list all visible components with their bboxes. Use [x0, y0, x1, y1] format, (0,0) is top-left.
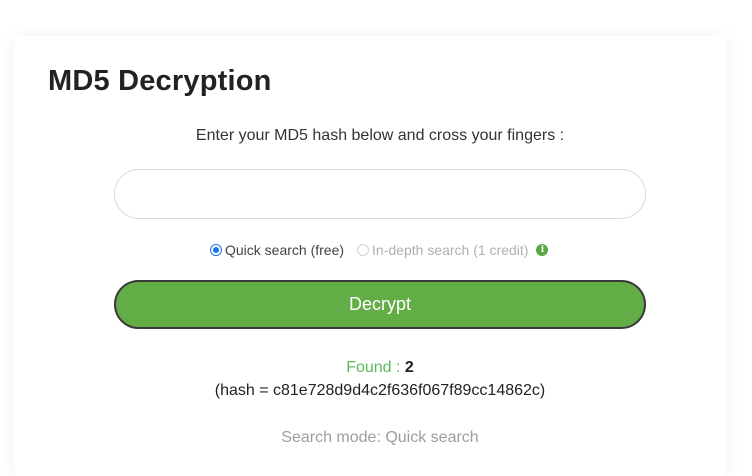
result-block: Found : 2 (hash = c81e728d9d4c2f636f067f… [14, 356, 746, 402]
hash-input[interactable] [114, 169, 646, 219]
decrypt-button[interactable]: Decrypt [114, 280, 646, 329]
search-mode-text: Search mode: Quick search [281, 429, 479, 446]
found-value: 2 [404, 359, 414, 376]
info-icon[interactable]: i [536, 244, 549, 256]
found-line: Found : 2 [14, 356, 746, 379]
decryption-card: MD5 Decryption Enter your MD5 hash below… [14, 36, 726, 476]
search-mode-options: Quick search (free) In-depth search (1 c… [210, 242, 549, 258]
indepth-search-radio [357, 244, 370, 256]
page-title: MD5 Decryption [48, 65, 272, 97]
instructions-text: Enter your MD5 hash below and cross your… [195, 127, 565, 144]
found-label: Found : [346, 359, 401, 376]
indepth-search-label: In-depth search (1 credit) [372, 242, 529, 258]
hash-text: (hash = c81e728d9d4c2f636f067f89cc14862c… [214, 382, 546, 399]
quick-search-label[interactable]: Quick search (free) [225, 242, 344, 258]
quick-search-radio[interactable] [210, 244, 222, 256]
